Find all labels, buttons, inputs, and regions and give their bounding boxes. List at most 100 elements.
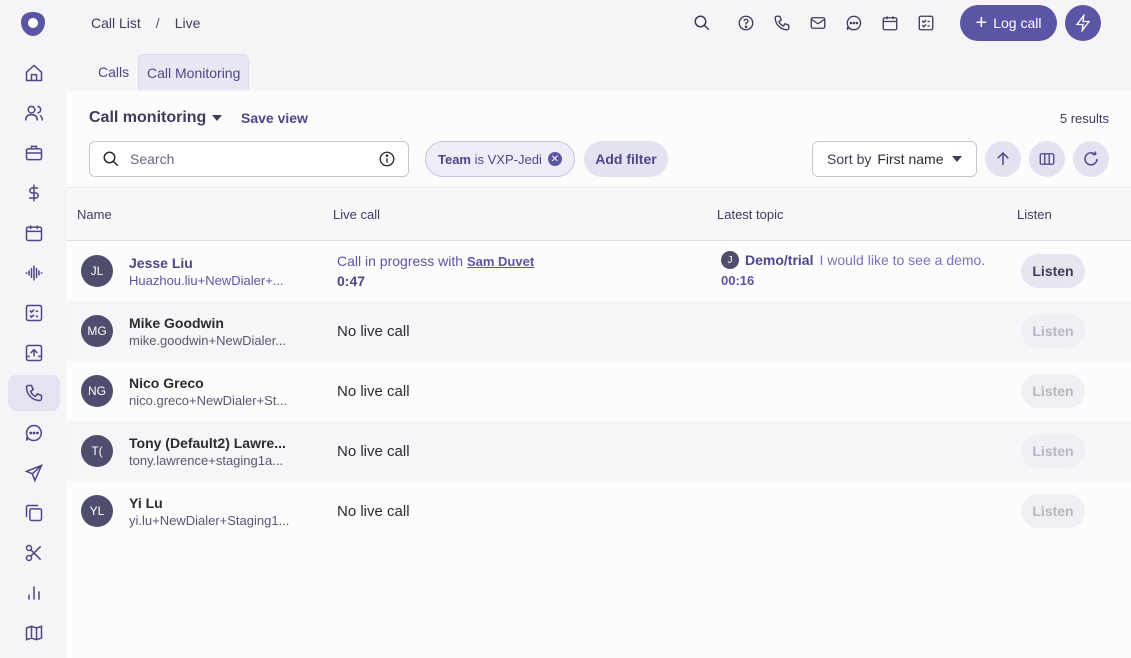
map-icon[interactable] (8, 615, 60, 651)
caller-link[interactable]: Sam Duvet (467, 254, 534, 269)
agent-name: Tony (Default2) Lawre... (129, 435, 286, 451)
calendar-icon[interactable] (879, 12, 901, 34)
view-title: Call monitoring (89, 109, 207, 126)
app-logo[interactable] (19, 10, 47, 38)
sidebar (0, 0, 66, 658)
copy-icon[interactable] (8, 495, 60, 531)
arrow-up-icon (997, 151, 1009, 165)
avatar: MG (81, 315, 113, 347)
live-call-prefix: Call in progress with (337, 253, 464, 269)
log-call-button[interactable]: + Log call (960, 5, 1057, 41)
results-count: 5 results (1059, 111, 1109, 126)
calendar-icon[interactable] (8, 215, 60, 251)
agent-name-link[interactable]: Jesse Liu (129, 255, 193, 271)
avatar: T( (81, 435, 113, 467)
view-selector[interactable]: Call monitoring (89, 109, 223, 127)
agent-name: Mike Goodwin (129, 315, 224, 331)
search-icon[interactable] (691, 12, 713, 34)
live-call-status: No live call (337, 323, 410, 340)
table-header: Name Live call Latest topic Listen (66, 187, 1131, 241)
table-row: JL Jesse Liu Huazhou.liu+NewDialer+... C… (66, 241, 1131, 301)
lightning-icon[interactable] (1065, 5, 1101, 41)
columns-button[interactable] (1029, 141, 1065, 177)
checklist-icon[interactable] (8, 295, 60, 331)
filter-value: VXP-Jedi (487, 151, 542, 167)
people-icon[interactable] (8, 95, 60, 131)
breadcrumb-current: Live (174, 15, 201, 31)
listen-button[interactable]: Listen (1021, 254, 1085, 288)
mail-icon[interactable] (807, 12, 829, 34)
main-panel: Call monitoring Save view 5 results Sear… (66, 91, 1131, 658)
listen-button: Listen (1021, 494, 1085, 528)
waveform-icon[interactable] (8, 255, 60, 291)
table-row: MG Mike Goodwin mike.goodwin+NewDialer..… (66, 301, 1131, 361)
scissors-icon[interactable] (8, 535, 60, 571)
breadcrumb-root[interactable]: Call List (91, 15, 141, 31)
column-header-name[interactable]: Name (77, 207, 112, 222)
bar-chart-icon[interactable] (8, 575, 60, 611)
close-icon[interactable]: ✕ (547, 152, 562, 166)
home-icon[interactable] (8, 55, 60, 91)
briefcase-icon[interactable] (8, 135, 60, 171)
phone-icon[interactable] (8, 375, 60, 411)
column-header-listen: Listen (1017, 207, 1052, 222)
sort-value: First name (877, 151, 944, 167)
log-call-label: Log call (993, 15, 1042, 31)
add-filter-button[interactable]: Add filter (584, 141, 668, 177)
filter-operator: is (474, 151, 485, 167)
avatar: JL (81, 255, 113, 287)
send-icon[interactable] (8, 455, 60, 491)
live-call-status: Call in progress with Sam Duvet (337, 253, 534, 269)
listen-button: Listen (1021, 434, 1085, 468)
search-placeholder: Search (130, 151, 175, 167)
table-row: YL Yi Lu yi.lu+NewDialer+Staging1... No … (66, 481, 1131, 541)
sort-direction-button[interactable] (985, 141, 1021, 177)
column-header-live-call[interactable]: Live call (333, 207, 380, 222)
refresh-button[interactable] (1073, 141, 1109, 177)
search-input[interactable]: Search (89, 141, 409, 177)
breadcrumb: Call List / Live (91, 15, 200, 31)
agent-name: Yi Lu (129, 495, 163, 511)
breadcrumb-separator: / (155, 15, 160, 31)
chevron-down-icon (952, 156, 962, 162)
table-row: T( Tony (Default2) Lawre... tony.lawrenc… (66, 421, 1131, 481)
live-call-status: No live call (337, 383, 410, 400)
sort-label: Sort by (827, 151, 872, 167)
chat-icon[interactable] (8, 415, 60, 451)
help-icon[interactable] (735, 12, 757, 34)
filter-key: Team (438, 151, 471, 167)
phone-icon[interactable] (771, 12, 793, 34)
save-view-button[interactable]: Save view (241, 110, 308, 126)
chat-icon[interactable] (843, 12, 865, 34)
column-header-latest-topic[interactable]: Latest topic (717, 207, 784, 222)
columns-icon (1039, 153, 1055, 165)
checklist-icon[interactable] (915, 12, 937, 34)
search-icon (103, 151, 119, 167)
filter-chip-team[interactable]: Team is VXP-Jedi ✕ (425, 141, 575, 177)
agent-email: Huazhou.liu+NewDialer+... (129, 273, 284, 288)
plus-icon: + (975, 12, 988, 34)
agent-name: Nico Greco (129, 375, 204, 391)
topic-name: Demo/trial (745, 252, 814, 268)
avatar: YL (81, 495, 113, 527)
table-row: NG Nico Greco nico.greco+NewDialer+St...… (66, 361, 1131, 421)
call-duration: 0:47 (337, 273, 366, 289)
live-call-status: No live call (337, 443, 410, 460)
avatar: NG (81, 375, 113, 407)
tab-call-monitoring[interactable]: Call Monitoring (138, 54, 250, 90)
agent-email: mike.goodwin+NewDialer... (129, 333, 287, 348)
upload-icon[interactable] (8, 335, 60, 371)
dollar-icon[interactable] (8, 175, 60, 211)
agent-email: nico.greco+NewDialer+St... (129, 393, 288, 408)
listen-button: Listen (1021, 314, 1085, 348)
tab-calls[interactable]: Calls (90, 54, 137, 90)
info-icon[interactable] (378, 150, 396, 168)
refresh-icon (1084, 151, 1098, 166)
listen-button: Listen (1021, 374, 1085, 408)
topic-time: 00:16 (721, 273, 755, 288)
latest-topic: J Demo/trial I would like to see a demo. (721, 251, 985, 269)
topic-avatar: J (721, 251, 739, 269)
sort-select[interactable]: Sort by First name (812, 141, 977, 177)
agent-email: yi.lu+NewDialer+Staging1... (129, 513, 290, 528)
live-call-status: No live call (337, 503, 410, 520)
